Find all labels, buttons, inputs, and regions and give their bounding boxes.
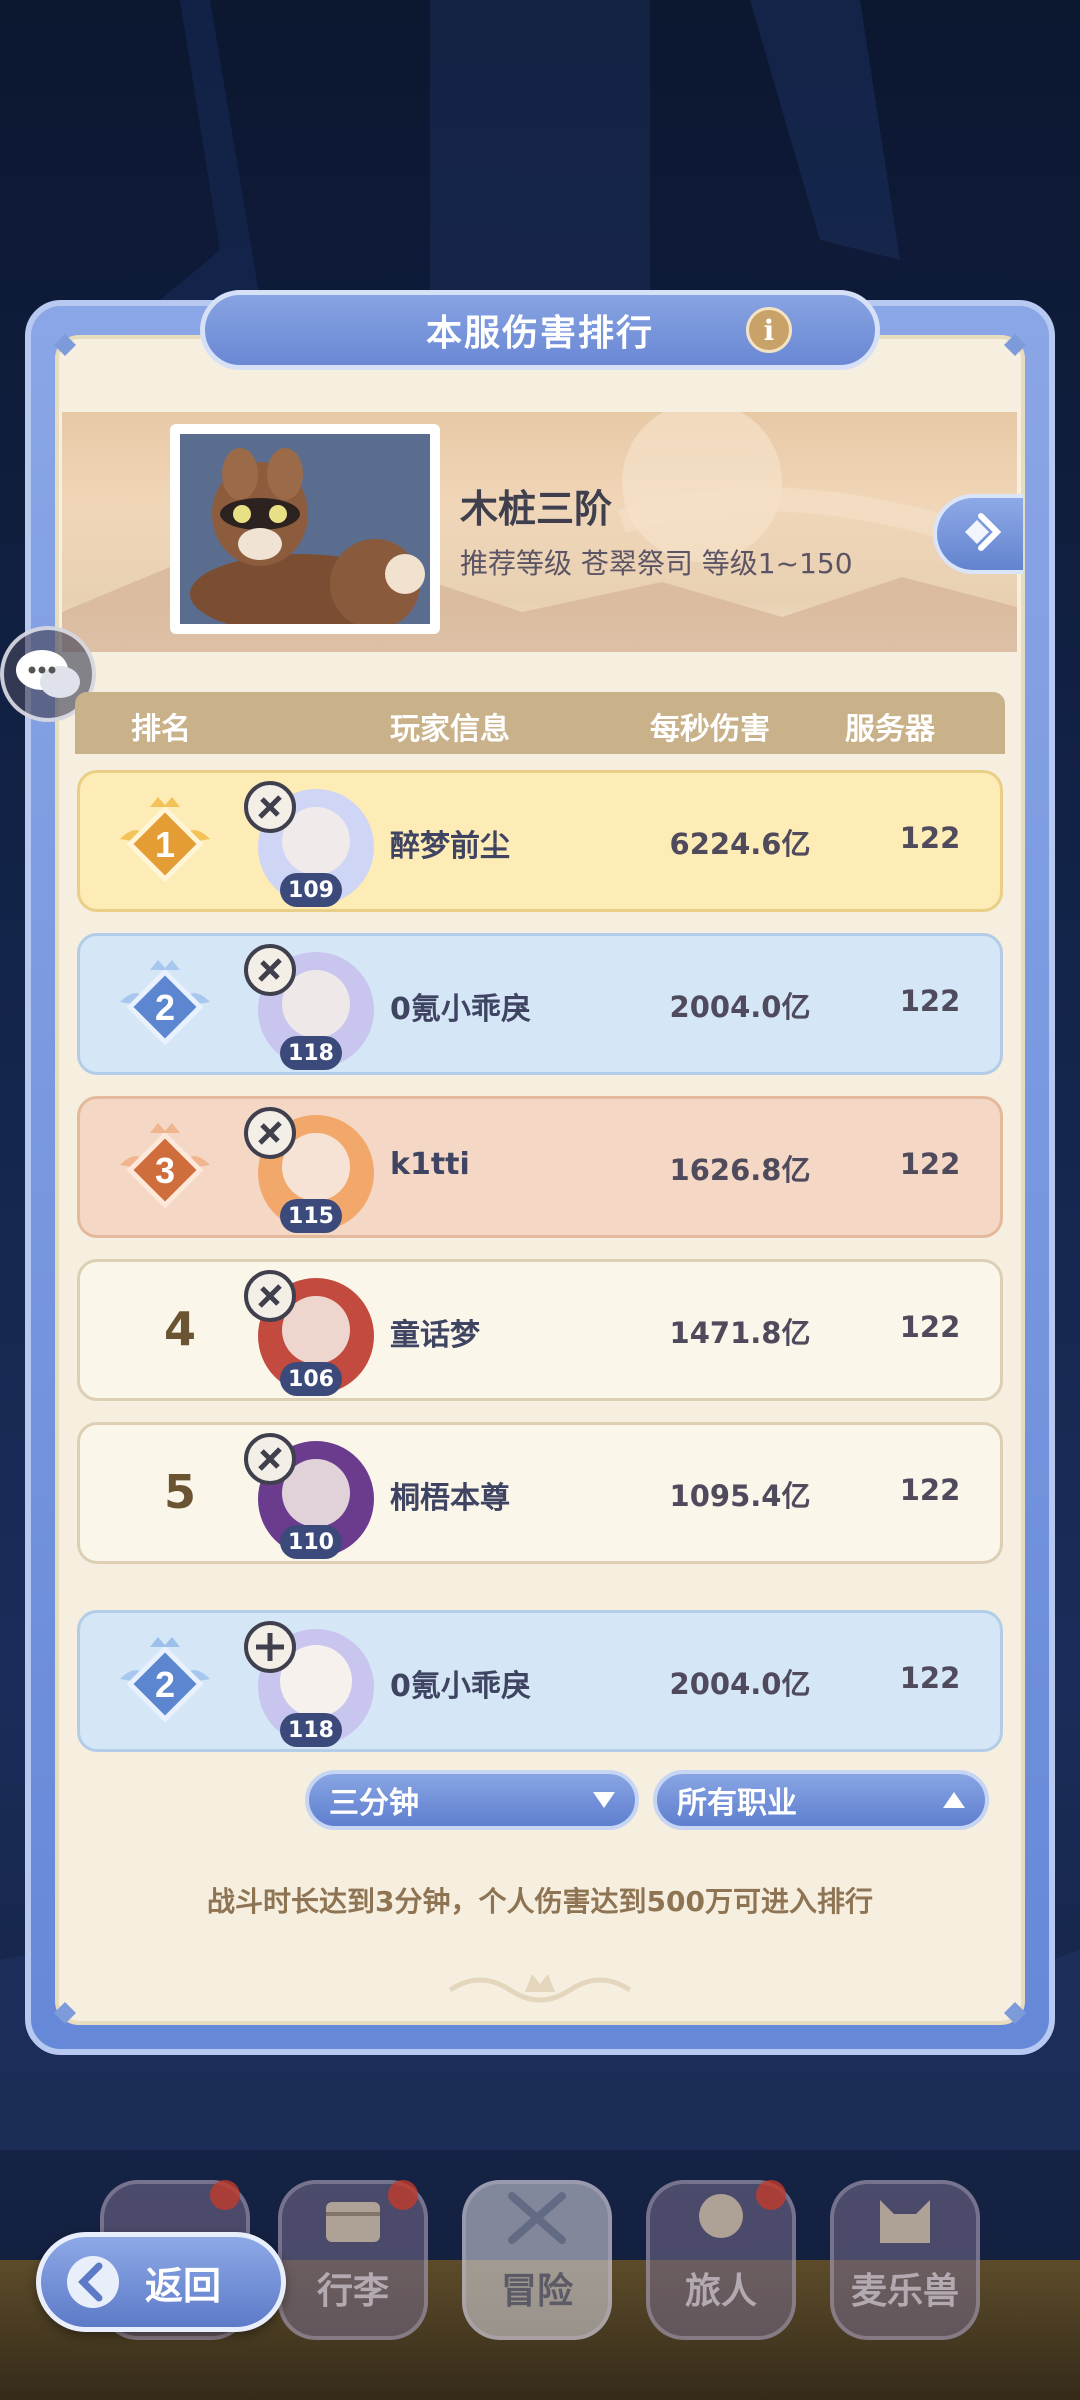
tab-luggage-label: 行李 — [316, 2271, 389, 2312]
notification-dot — [756, 2180, 786, 2210]
rank-number: 1 — [155, 824, 175, 865]
back-button-label: 返回 — [145, 2263, 222, 2308]
ranking-row[interactable]: 5 110 桐梧本尊 1095.4亿 122 — [77, 1422, 1003, 1564]
notification-dot — [388, 2180, 418, 2210]
player-name: 0氪小乖戾 — [390, 992, 531, 1027]
tab-adventure[interactable]: 冒险 — [462, 2180, 612, 2340]
player-dps: 6224.6亿 — [669, 827, 811, 861]
player-level: 106 — [280, 1362, 342, 1396]
corner-ornament — [54, 2002, 76, 2024]
tab-adventure-label: 冒险 — [500, 2271, 573, 2312]
header-rank: 排名 — [131, 712, 191, 747]
player-level: 118 — [280, 1036, 342, 1070]
cat-icon — [880, 2200, 930, 2243]
player-name: k1tti — [390, 1147, 470, 1182]
time-filter-dropdown[interactable]: 三分钟 — [305, 1770, 639, 1830]
player-server: 122 — [899, 821, 961, 855]
tab-luggage[interactable]: 行李 — [278, 2180, 428, 2340]
chest-icon — [326, 2202, 380, 2242]
player-server: 122 — [899, 1473, 961, 1507]
my-rank-number: 2 — [155, 1664, 175, 1705]
tab-pet[interactable]: 麦乐兽 — [830, 2180, 980, 2340]
boss-recommendation: 推荐等级 苍翠祭司 等级1~150 — [460, 547, 853, 580]
ranking-row[interactable]: 4 106 童话梦 1471.8亿 122 — [77, 1259, 1003, 1401]
corner-ornament — [54, 334, 76, 356]
corner-ornament — [1004, 2002, 1026, 2024]
deer-boss-image — [180, 434, 430, 624]
player-dps: 1471.8亿 — [669, 1316, 811, 1350]
crossed-swords-icon — [508, 2192, 566, 2244]
ranking-row[interactable]: 3 115 k1tti 1626.8亿 122 — [77, 1096, 1003, 1238]
player-name: 桐梧本尊 — [390, 1481, 510, 1516]
rank-number: 2 — [155, 987, 175, 1028]
triangle-down-icon — [593, 1792, 615, 1808]
chevron-right-icon — [965, 513, 1002, 551]
player-dps: 1626.8亿 — [669, 1153, 811, 1187]
footer-ornament — [448, 1974, 632, 2003]
notification-dot — [210, 2180, 240, 2210]
player-server: 122 — [899, 1147, 961, 1181]
class-filter-dropdown[interactable]: 所有职业 — [653, 1770, 989, 1830]
boss-portrait — [170, 424, 440, 634]
my-rank-row[interactable]: 2 118 0氪小乖戾 2004.0亿 122 — [77, 1610, 1003, 1752]
time-filter-value: 三分钟 — [329, 1786, 419, 1821]
rank-number: 3 — [155, 1150, 175, 1191]
player-server: 122 — [899, 1661, 961, 1695]
rank-number: 5 — [163, 1465, 196, 1519]
rank-number: 4 — [163, 1302, 196, 1356]
player-server: 122 — [899, 1310, 961, 1344]
back-arrow-icon — [67, 2256, 119, 2308]
player-server: 122 — [899, 984, 961, 1018]
player-name: 醉梦前尘 — [390, 829, 510, 864]
player-name: 0氪小乖戾 — [390, 1669, 531, 1704]
boss-name: 木桩三阶 — [460, 487, 613, 531]
player-dps: 2004.0亿 — [669, 1667, 811, 1701]
dialog-title-text: 本服伤害排行 — [425, 313, 654, 354]
ranking-row[interactable]: 2 118 0氪小乖戾 2004.0亿 122 — [77, 933, 1003, 1075]
ranking-table-header: 排名 玩家信息 每秒伤害 服务器 — [75, 692, 1005, 754]
info-icon: i — [763, 313, 775, 347]
ranking-rule-text: 战斗时长达到3分钟，个人伤害达到500万可进入排行 — [207, 1885, 873, 1918]
header-dps: 每秒伤害 — [650, 712, 770, 747]
bronze-crown-badge: 3 — [120, 1123, 210, 1209]
tab-pet-label: 麦乐兽 — [850, 2271, 959, 2312]
info-button[interactable]: i — [746, 307, 792, 353]
tab-traveler[interactable]: 旅人 — [646, 2180, 796, 2340]
corner-ornament — [1004, 334, 1026, 356]
header-server: 服务器 — [845, 712, 935, 747]
player-name: 童话梦 — [390, 1318, 480, 1353]
gold-crown-badge: 1 — [120, 797, 210, 883]
ranking-row[interactable]: 1 109 醉梦前尘 6224.6亿 122 — [77, 770, 1003, 912]
player-dps: 2004.0亿 — [669, 990, 811, 1024]
player-dps: 1095.4亿 — [669, 1479, 811, 1513]
silver-crown-badge: 2 — [120, 1637, 210, 1723]
player-level: 115 — [280, 1199, 342, 1233]
tab-traveler-label: 旅人 — [684, 2271, 757, 2312]
player-level: 118 — [280, 1713, 342, 1747]
back-button[interactable]: 返回 — [36, 2232, 286, 2332]
player-level: 109 — [280, 873, 342, 907]
character-icon — [699, 2194, 743, 2238]
class-filter-value: 所有职业 — [677, 1786, 797, 1821]
next-boss-button[interactable] — [933, 494, 1023, 574]
silver-crown-badge: 2 — [120, 960, 210, 1046]
header-player: 玩家信息 — [390, 712, 510, 747]
player-level: 110 — [280, 1525, 342, 1559]
triangle-up-icon — [943, 1792, 965, 1808]
